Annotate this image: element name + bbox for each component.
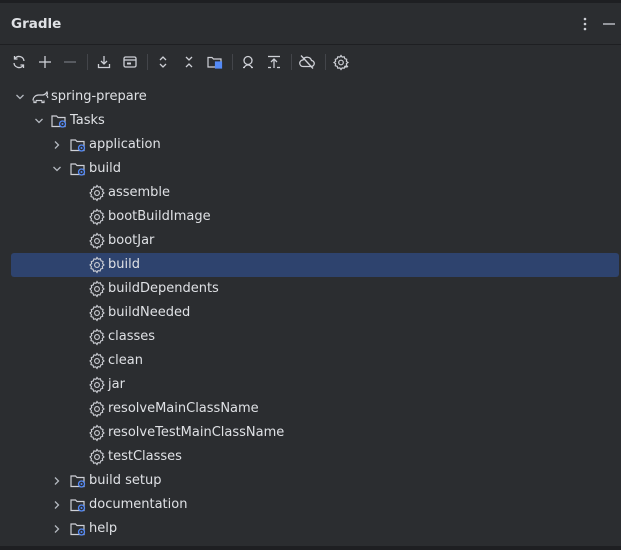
toolbar-separator [87, 54, 88, 70]
gear-icon [88, 208, 106, 226]
task-label: bootJar [108, 233, 155, 248]
tree-row-project[interactable]: spring-prepare [0, 85, 621, 109]
task-folder-icon [69, 520, 87, 538]
task-folder-icon [69, 496, 87, 514]
group-label: build [89, 161, 121, 176]
task-label: buildNeeded [108, 305, 191, 320]
tree-row-task-selected[interactable]: build [0, 253, 621, 277]
task-folder-icon [50, 112, 68, 130]
tree-row-group-application[interactable]: application [0, 133, 621, 157]
gear-icon [88, 256, 106, 274]
tree-row-task[interactable]: assemble [0, 181, 621, 205]
task-folder-icon [69, 472, 87, 490]
remove-icon[interactable] [58, 50, 82, 74]
group-label: documentation [89, 497, 188, 512]
tree-row-task[interactable]: testClasses [0, 445, 621, 469]
bottom-border [0, 546, 621, 550]
gear-icon [88, 376, 106, 394]
add-icon[interactable] [33, 50, 57, 74]
tool-window-header: Gradle [0, 3, 621, 45]
task-folder-icon [69, 160, 87, 178]
tree-row-task[interactable]: classes [0, 325, 621, 349]
gear-icon [88, 328, 106, 346]
link-project-icon[interactable] [203, 50, 227, 74]
toolbar [0, 45, 621, 79]
task-folder-icon [69, 136, 87, 154]
tree-row-group-help[interactable]: help [0, 517, 621, 541]
toolbar-separator [147, 54, 148, 70]
gear-icon [88, 424, 106, 442]
toolbar-separator [232, 54, 233, 70]
reload-icon[interactable] [7, 50, 31, 74]
analyze-dependencies-icon[interactable] [236, 50, 260, 74]
gear-icon [88, 232, 106, 250]
gear-icon [88, 400, 106, 418]
build-tool-settings-icon[interactable] [329, 50, 353, 74]
tree-row-task[interactable]: buildNeeded [0, 301, 621, 325]
download-sources-icon[interactable] [92, 50, 116, 74]
gear-icon [88, 448, 106, 466]
expand-all-icon[interactable] [151, 50, 175, 74]
task-label: clean [108, 353, 143, 368]
minimize-icon[interactable] [598, 13, 620, 35]
tree-row-tasks[interactable]: Tasks [0, 109, 621, 133]
chevron-right-icon[interactable] [50, 473, 64, 489]
collapse-all-icon[interactable] [177, 50, 201, 74]
group-label: help [89, 521, 118, 536]
tree-row-task[interactable]: jar [0, 373, 621, 397]
tree-row-task[interactable]: bootBuildImage [0, 205, 621, 229]
task-label: assemble [108, 185, 171, 200]
tree-row-group-build-setup[interactable]: build setup [0, 469, 621, 493]
show-dependencies-icon[interactable] [262, 50, 286, 74]
tree-row-group-documentation[interactable]: documentation [0, 493, 621, 517]
group-label: build setup [89, 473, 162, 488]
chevron-right-icon[interactable] [50, 521, 64, 537]
gear-icon [88, 184, 106, 202]
chevron-down-icon[interactable] [50, 161, 64, 177]
toolbar-separator [291, 54, 292, 70]
task-label: bootBuildImage [108, 209, 211, 224]
task-label: classes [108, 329, 156, 344]
chevron-right-icon[interactable] [50, 137, 64, 153]
tree-row-task[interactable]: bootJar [0, 229, 621, 253]
tree-row-task[interactable]: clean [0, 349, 621, 373]
chevron-down-icon[interactable] [13, 89, 27, 105]
tree-row-task[interactable]: resolveMainClassName [0, 397, 621, 421]
gear-icon [88, 280, 106, 298]
group-label: application [89, 137, 161, 152]
chevron-down-icon[interactable] [32, 113, 46, 129]
chevron-right-icon[interactable] [50, 497, 64, 513]
task-label: build [108, 257, 140, 272]
toggle-offline-icon[interactable] [118, 50, 142, 74]
gear-icon [88, 352, 106, 370]
task-label: buildDependents [108, 281, 219, 296]
tasks-label: Tasks [70, 113, 105, 128]
task-label: testClasses [108, 449, 182, 464]
task-label: jar [108, 377, 125, 392]
more-vertical-icon[interactable] [574, 13, 596, 35]
panel-title: Gradle [11, 16, 62, 32]
task-label: resolveMainClassName [108, 401, 259, 416]
tree-row-task[interactable]: buildDependents [0, 277, 621, 301]
gear-icon [88, 304, 106, 322]
gradle-elephant-icon [31, 88, 49, 106]
project-label: spring-prepare [51, 89, 147, 104]
toolbar-separator [325, 54, 326, 70]
tree-row-task[interactable]: resolveTestMainClassName [0, 421, 621, 445]
cloud-off-icon[interactable] [295, 50, 319, 74]
tree-row-group-build[interactable]: build [0, 157, 621, 181]
task-label: resolveTestMainClassName [108, 425, 285, 440]
